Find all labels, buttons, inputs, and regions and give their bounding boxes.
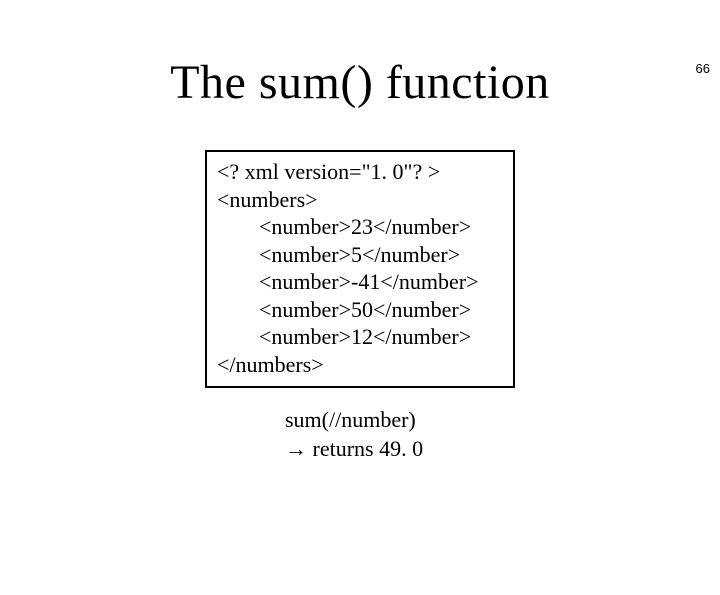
code-line: </numbers> xyxy=(217,351,503,379)
xml-code-box: <? xml version="1. 0"? > <numbers> <numb… xyxy=(205,150,515,388)
code-line: <number>23</number> xyxy=(217,213,503,241)
page-number: 66 xyxy=(696,61,710,76)
code-line: <number>50</number> xyxy=(217,296,503,324)
slide-title: The sum() function xyxy=(0,55,720,110)
code-line: <number>5</number> xyxy=(217,241,503,269)
code-line: <? xml version="1. 0"? > xyxy=(217,158,503,186)
code-line: <numbers> xyxy=(217,186,503,214)
result-block: sum(//number) → returns 49. 0 xyxy=(205,406,515,463)
result-line: sum(//number) xyxy=(285,406,515,435)
code-line: <number>12</number> xyxy=(217,323,503,351)
result-line: → returns 49. 0 xyxy=(285,435,515,464)
code-line: <number>-41</number> xyxy=(217,268,503,296)
